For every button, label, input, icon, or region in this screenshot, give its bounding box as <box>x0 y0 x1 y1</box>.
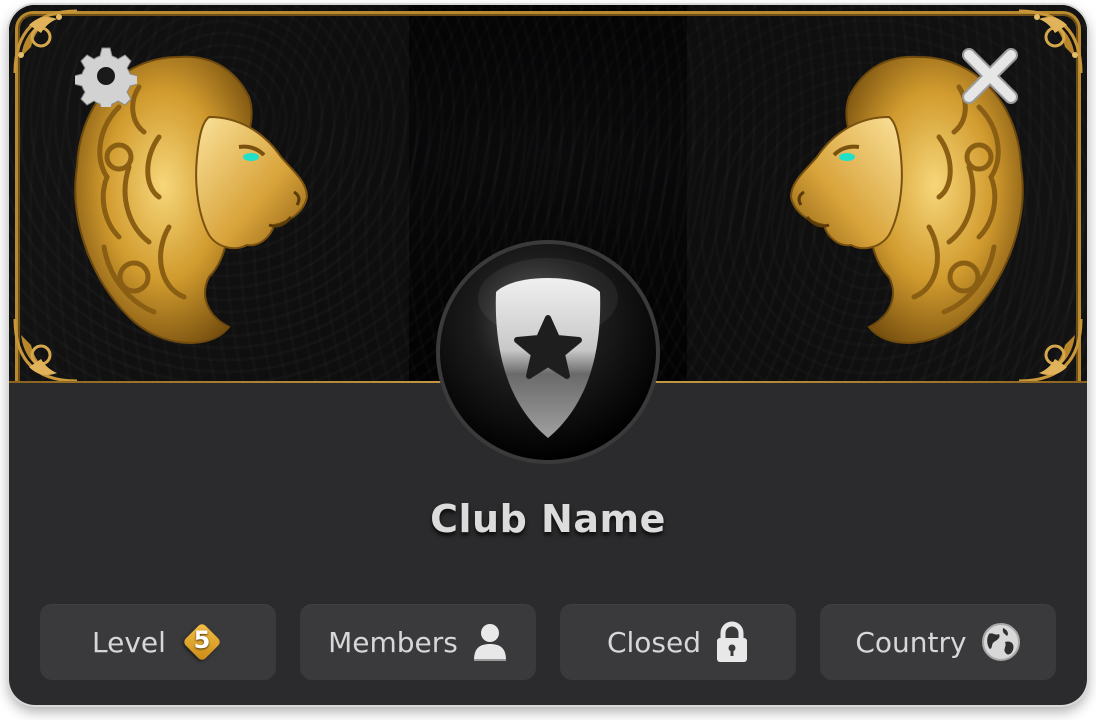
country-label: Country <box>855 625 967 659</box>
closed-stat-button[interactable]: Closed <box>560 604 796 680</box>
level-stat-button[interactable]: Level 5 <box>40 604 276 680</box>
level-label: Level <box>92 625 166 659</box>
person-icon <box>473 624 506 661</box>
level-value: 5 <box>193 626 211 654</box>
members-stat-button[interactable]: Members <box>300 604 536 680</box>
close-icon[interactable] <box>959 45 1021 107</box>
club-emblem-icon[interactable] <box>434 238 662 466</box>
club-stats-row: Level 5 Members Closed Country <box>40 604 1056 682</box>
level-badge-icon: 5 <box>180 620 224 664</box>
gear-icon[interactable] <box>75 45 137 107</box>
members-label: Members <box>328 625 458 659</box>
closed-label: Closed <box>606 625 702 659</box>
country-stat-button[interactable]: Country <box>820 604 1056 680</box>
globe-icon <box>981 623 1020 661</box>
lock-icon <box>717 621 748 662</box>
club-info-panel: Club Name Level 5 Members Closed Country <box>9 5 1087 705</box>
club-name: Club Name <box>430 497 666 541</box>
